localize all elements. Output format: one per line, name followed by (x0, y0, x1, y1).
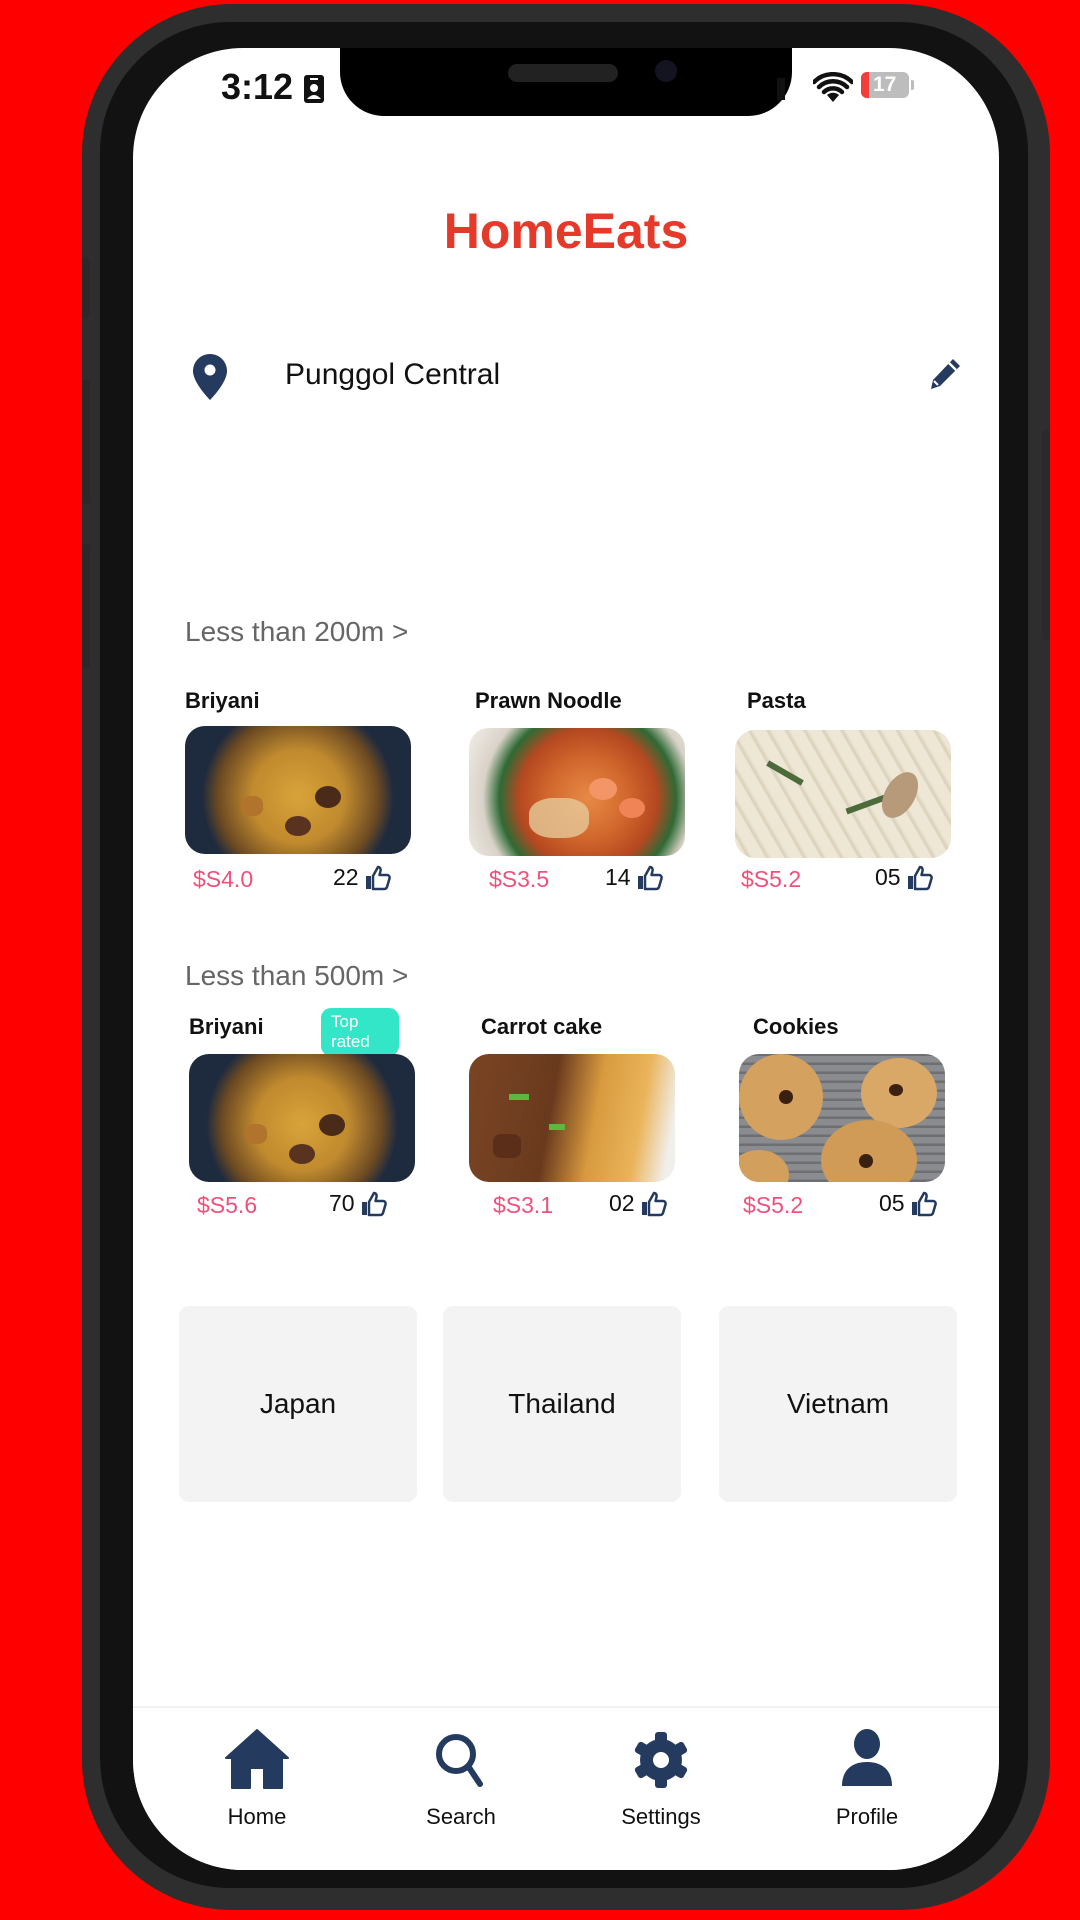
search-icon (436, 1734, 483, 1787)
volume-down-button (82, 544, 90, 668)
app-title: HomeEats (443, 203, 689, 259)
mute-switch (82, 258, 90, 318)
like-count[interactable]: 14 (605, 864, 663, 891)
discover-tile-vietnam[interactable]: Vietnam (719, 1306, 957, 1502)
like-count-value: 02 (609, 1190, 635, 1216)
section-title-200m[interactable]: Less than 200m > (185, 616, 408, 648)
gear-icon (634, 1732, 688, 1788)
like-count-value: 22 (333, 864, 359, 890)
food-name: Prawn Noodle (475, 688, 622, 713)
nav-home-label: Home (227, 1804, 287, 1829)
food-price: $S3.1 (493, 1192, 554, 1218)
section-title-500m[interactable]: Less than 500m > (185, 960, 408, 992)
food-price: $S4.0 (193, 866, 254, 892)
location-pin-icon (193, 354, 227, 400)
nav-profile-label: Profile (835, 1804, 899, 1829)
like-count-value: 05 (879, 1190, 905, 1216)
food-name: Cookies (753, 1014, 839, 1039)
food-name: Briyani (189, 1014, 264, 1039)
status-time: 3:12 (221, 66, 294, 107)
like-count-value: 05 (875, 864, 901, 890)
like-count[interactable]: 02 (609, 1190, 667, 1217)
food-image-pasta (735, 730, 951, 858)
user-icon (842, 1729, 892, 1786)
food-price: $S5.2 (741, 866, 802, 892)
location-row[interactable]: Punggol Central (193, 348, 963, 408)
food-image-briyani (189, 1054, 415, 1182)
discover-tile-thailand[interactable]: Thailand (443, 1306, 681, 1502)
battery-fill (861, 72, 869, 98)
bottom-navigation: Home Search Settings Profile (133, 1706, 999, 1870)
battery-indicator: 17 (861, 72, 909, 98)
food-price: $S5.6 (197, 1192, 258, 1218)
like-count[interactable]: 05 (879, 1190, 937, 1217)
nav-settings-label: Settings (621, 1804, 701, 1829)
food-price: $S3.5 (489, 866, 550, 892)
battery-level: 17 (873, 73, 897, 96)
like-count[interactable]: 05 (875, 864, 933, 891)
like-count-value: 14 (605, 864, 631, 890)
food-name: Carrot cake (481, 1014, 603, 1039)
notch (340, 48, 792, 116)
like-count[interactable]: 70 (329, 1190, 387, 1217)
location-name: Punggol Central (285, 358, 501, 391)
like-count[interactable]: 22 (333, 864, 391, 891)
food-image-prawn-noodle (469, 728, 685, 856)
like-count-value: 70 (329, 1190, 355, 1216)
wifi-icon (813, 72, 853, 102)
thumbs-up-icon (907, 865, 933, 890)
nav-home[interactable]: Home (187, 1728, 327, 1830)
nav-profile[interactable]: Profile (797, 1728, 937, 1830)
discover-tile-japan[interactable]: Japan (179, 1306, 417, 1502)
nav-settings[interactable]: Settings (591, 1728, 731, 1830)
food-price: $S5.2 (743, 1192, 804, 1218)
food-image-briyani (185, 726, 411, 854)
volume-up-button (82, 380, 90, 504)
thumbs-up-icon (361, 1191, 387, 1216)
home-icon (225, 1729, 289, 1789)
contact-card-icon (304, 75, 324, 103)
power-button (1042, 430, 1050, 640)
food-image-cookies (739, 1054, 945, 1182)
thumbs-up-icon (641, 1191, 667, 1216)
top-rated-badge: Top rated (321, 1008, 399, 1056)
nav-search-label: Search (426, 1804, 496, 1829)
thumbs-up-icon (365, 865, 391, 890)
app-screen: 3:12 17 HomeEats Punggol Central Less th… (133, 48, 999, 1870)
thumbs-up-icon (911, 1191, 937, 1216)
food-image-carrot-cake (469, 1054, 675, 1182)
thumbs-up-icon (637, 865, 663, 890)
front-camera (655, 60, 677, 82)
food-name: Briyani (185, 688, 260, 713)
nav-search[interactable]: Search (391, 1728, 531, 1830)
battery-cap (911, 80, 914, 90)
edit-location-icon[interactable] (927, 356, 963, 392)
signal-icon (777, 78, 785, 100)
speaker (508, 64, 618, 82)
food-name: Pasta (747, 688, 806, 713)
